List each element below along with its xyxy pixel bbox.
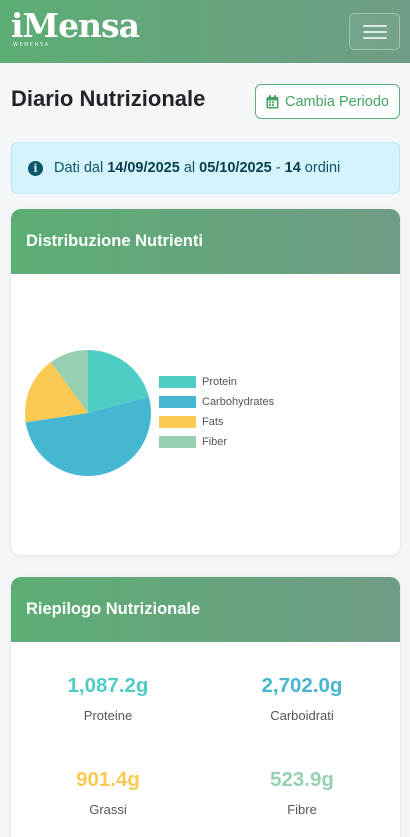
legend-item-carbohydrates[interactable]: Carbohydrates (159, 392, 274, 412)
info-circle-icon: i (28, 160, 43, 176)
info-middle: al (183, 160, 196, 176)
stat-fats: 901.4g Grassi (11, 768, 205, 817)
stat-value: 901.4g (76, 768, 140, 791)
menu-toggle-button[interactable] (349, 13, 400, 50)
stat-label: Grassi (89, 802, 127, 817)
summary-header: Riepilogo Nutrizionale (11, 577, 400, 642)
legend-swatch (159, 376, 196, 388)
chart-legend: Protein Carbohydrates Fats Fiber (159, 372, 274, 452)
stat-carbohydrates: 2,702.0g Carboidrati (205, 674, 399, 723)
legend-label: Fiber (202, 436, 228, 448)
legend-swatch (159, 416, 196, 428)
info-orders-count: 14 (284, 160, 301, 176)
info-dash: - (275, 160, 281, 176)
page-title: Diario Nutrizionale (11, 86, 206, 111)
legend-label: Protein (202, 376, 237, 388)
legend-label: Carbohydrates (202, 396, 275, 408)
legend-swatch (159, 436, 196, 448)
stat-protein: 1,087.2g Proteine (11, 674, 205, 723)
navbar: iMensa WEMENSA (0, 0, 410, 63)
stat-value: 1,087.2g (67, 674, 149, 697)
hamburger-menu-icon (363, 25, 387, 27)
stat-value: 2,702.0g (261, 674, 343, 697)
distribution-header: Distribuzione Nutrienti (11, 209, 400, 274)
legend-item-fats[interactable]: Fats (159, 412, 274, 432)
pie-chart-area: Protein Carbohydrates Fats Fiber (11, 274, 400, 555)
legend-item-protein[interactable]: Protein (159, 372, 274, 392)
legend-item-fiber[interactable]: Fiber (159, 432, 274, 452)
stat-label: Carboidrati (270, 708, 334, 723)
stat-label: Fibre (287, 802, 317, 817)
stat-label: Proteine (83, 708, 133, 723)
summary-title: Riepilogo Nutrizionale (26, 600, 201, 618)
info-alert: i Dati dal 14/09/2025 al 05/10/2025 - 14… (11, 142, 400, 194)
hamburger-line (363, 31, 387, 33)
change-period-button[interactable]: Cambia Periodo (255, 84, 400, 119)
stat-value: 523.9g (270, 768, 334, 791)
info-date-from: 14/09/2025 (107, 160, 180, 176)
calendar-icon (266, 94, 279, 108)
legend-swatch (159, 396, 196, 408)
logo[interactable]: iMensa WEMENSA (11, 6, 140, 49)
legend-label: Fats (202, 416, 224, 428)
nutrient-pie-chart[interactable] (18, 343, 158, 483)
distribution-title: Distribuzione Nutrienti (26, 232, 203, 250)
info-text: Dati dal 14/09/2025 al 05/10/2025 - 14 o… (54, 160, 340, 176)
change-period-label: Cambia Periodo (285, 93, 389, 110)
hamburger-line (363, 37, 387, 39)
info-prefix: Dati dal (54, 160, 104, 176)
info-orders-label: ordini (304, 160, 341, 176)
nutrient-distribution-card: Distribuzione Nutrienti Protein Carbohydr… (11, 209, 400, 555)
nutrition-summary-card: Riepilogo Nutrizionale 1,087.2g Proteine… (11, 577, 400, 837)
logo-subtitle: WEMENSA (13, 42, 50, 48)
stat-fiber: 523.9g Fibre (205, 768, 399, 817)
logo-text: iMensa (11, 6, 140, 45)
info-date-to: 05/10/2025 (199, 160, 272, 176)
